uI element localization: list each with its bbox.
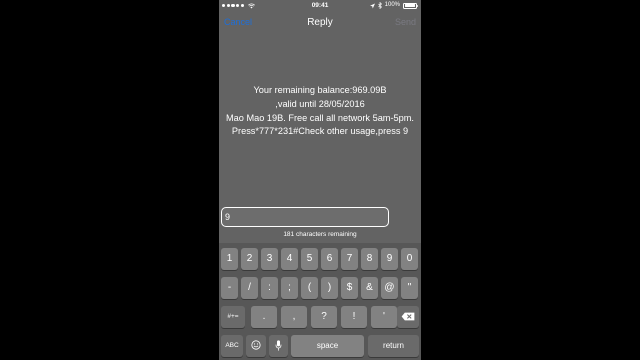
message-line: ,valid until 28/05/2016: [275, 98, 365, 109]
key-3[interactable]: 3: [261, 248, 278, 270]
space-key[interactable]: space: [291, 335, 364, 357]
key-colon[interactable]: :: [261, 277, 278, 299]
bluetooth-icon: [377, 2, 382, 9]
key-7[interactable]: 7: [341, 248, 358, 270]
key-ampersand[interactable]: &: [361, 277, 378, 299]
emoji-key[interactable]: [246, 335, 266, 357]
microphone-icon: [275, 340, 282, 351]
key-4[interactable]: 4: [281, 248, 298, 270]
page-title: Reply: [307, 17, 333, 28]
battery-percent: 100%: [384, 2, 400, 8]
characters-remaining: 181 characters remaining: [283, 231, 357, 238]
key-close-paren[interactable]: ): [321, 277, 338, 299]
emoji-icon: [251, 340, 261, 350]
backspace-icon: [401, 312, 415, 321]
message-line: Press*777*231#Check other usage,press 9: [231, 126, 409, 137]
send-button[interactable]: Send: [395, 17, 416, 27]
key-exclamation[interactable]: !: [341, 306, 367, 328]
backspace-key[interactable]: [397, 306, 419, 328]
return-key[interactable]: return: [368, 335, 419, 357]
key-5[interactable]: 5: [301, 248, 318, 270]
key-dollar[interactable]: $: [341, 277, 358, 299]
key-open-paren[interactable]: (: [301, 277, 318, 299]
message-line: Mao Mao 19B. Free call all network 5am-5…: [226, 112, 414, 123]
key-0[interactable]: 0: [401, 248, 418, 270]
battery-icon: [403, 2, 419, 9]
key-8[interactable]: 8: [361, 248, 378, 270]
key-quote[interactable]: ": [401, 277, 418, 299]
ussd-message: Your remaining balance:969.09B ,valid un…: [219, 84, 421, 139]
key-question[interactable]: ?: [311, 306, 337, 328]
location-icon: [369, 3, 375, 8]
key-2[interactable]: 2: [241, 248, 258, 270]
key-hyphen[interactable]: -: [221, 277, 238, 299]
status-bar: 09:41 100%: [219, 0, 421, 11]
phone-screen: 09:41 100% Cancel Reply Send Your remain…: [219, 0, 421, 360]
key-period[interactable]: .: [251, 306, 277, 328]
key-semicolon[interactable]: ;: [281, 277, 298, 299]
key-apostrophe[interactable]: ': [371, 306, 397, 328]
key-1[interactable]: 1: [221, 248, 238, 270]
key-6[interactable]: 6: [321, 248, 338, 270]
message-line: Your remaining balance:969.09B: [253, 85, 387, 95]
keyboard: 1 2 3 4 5 6 7 8 9 0 - / : ; ( ) $ & @ " …: [219, 243, 421, 360]
symbols-shift-key[interactable]: #+=: [221, 306, 245, 328]
key-at[interactable]: @: [381, 277, 398, 299]
reply-input[interactable]: 9: [221, 207, 389, 227]
dictation-key[interactable]: [269, 335, 288, 357]
key-comma[interactable]: ,: [281, 306, 307, 328]
abc-key[interactable]: ABC: [221, 335, 243, 357]
key-9[interactable]: 9: [381, 248, 398, 270]
nav-bar: Cancel Reply Send: [219, 11, 421, 35]
key-slash[interactable]: /: [241, 277, 258, 299]
